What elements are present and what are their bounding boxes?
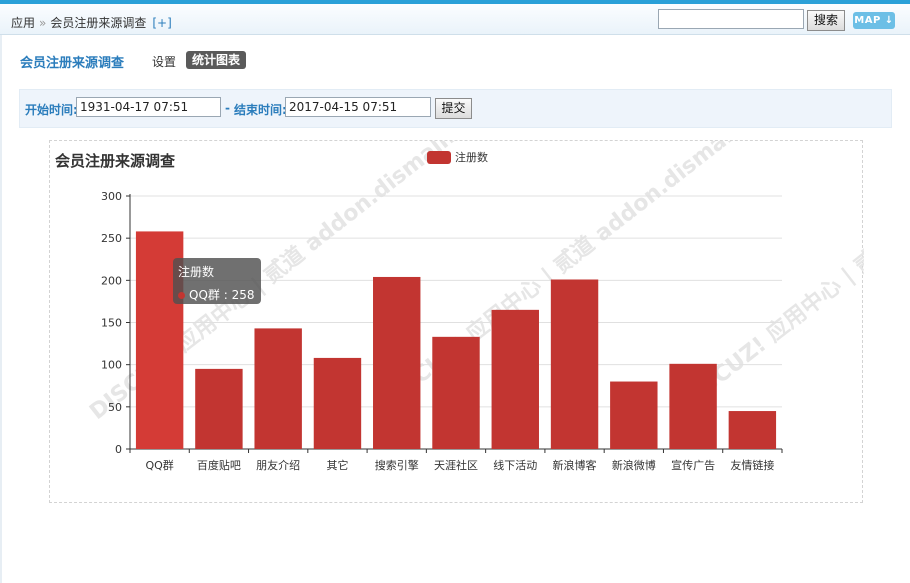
bar-10 xyxy=(669,363,717,449)
map-button[interactable]: MAP ↓ xyxy=(853,12,895,29)
breadcrumb: 应用 » 会员注册来源调查 [+] xyxy=(11,14,172,31)
start-time-input[interactable] xyxy=(76,97,221,117)
x-tick-label: 朋友介绍 xyxy=(256,458,300,472)
time-separator: - xyxy=(225,101,230,115)
bar-5 xyxy=(373,276,421,449)
header-bar: 应用 » 会员注册来源调查 [+] 搜索 MAP ↓ xyxy=(0,4,910,35)
left-rail xyxy=(0,35,2,583)
tab-stats-chart[interactable]: 统计图表 xyxy=(186,51,247,69)
x-tick-label: 搜索引擎 xyxy=(375,458,419,472)
filter-bar: 开始时间: - 结束时间: 提交 xyxy=(19,89,892,128)
chart-container: DISCUZ! 应用中心 | 贰道 addon.dismall.com DISCU… xyxy=(49,140,864,503)
tooltip-colon: : xyxy=(219,288,232,302)
tooltip-category: QQ群 xyxy=(189,288,220,302)
legend-label: 注册数 xyxy=(455,150,488,164)
tooltip-value: 258 xyxy=(231,288,255,302)
tooltip-series-name: 注册数 xyxy=(178,265,215,279)
bar-3 xyxy=(254,328,302,449)
y-tick-label: 100 xyxy=(101,359,122,372)
x-tick-label: 新浪博客 xyxy=(553,458,597,472)
y-tick-label: 250 xyxy=(101,232,122,245)
breadcrumb-current: 会员注册来源调查 xyxy=(50,16,147,30)
bar-7 xyxy=(491,309,539,449)
y-tick-label: 0 xyxy=(115,443,122,456)
breadcrumb-separator: » xyxy=(39,16,47,30)
y-tick-label: 200 xyxy=(101,274,122,287)
y-tick-label: 50 xyxy=(108,401,122,414)
tab-settings[interactable]: 设置 xyxy=(152,53,176,70)
chart-tooltip: 注册数 QQ群 : 258 xyxy=(173,258,261,304)
bar-2 xyxy=(195,368,243,449)
end-time-input[interactable] xyxy=(285,97,431,117)
submit-button[interactable]: 提交 xyxy=(435,98,472,119)
search-button[interactable]: 搜索 xyxy=(807,10,845,31)
x-tick-label: 新浪微博 xyxy=(612,458,656,472)
x-tick-label: 百度贴吧 xyxy=(197,458,241,472)
x-tick-label: 天涯社区 xyxy=(434,458,478,472)
tooltip-dot xyxy=(178,292,185,299)
bar-8 xyxy=(550,279,599,449)
page-title: 会员注册来源调查 xyxy=(20,56,125,71)
x-tick-label: 友情链接 xyxy=(730,458,774,472)
x-tick-label: 线下活动 xyxy=(493,458,537,472)
chart-title: 会员注册来源调查 xyxy=(55,152,176,170)
breadcrumb-root[interactable]: 应用 xyxy=(11,16,35,30)
x-tick-label: 宣传广告 xyxy=(671,458,715,472)
y-tick-label: 150 xyxy=(101,317,122,330)
bar-4 xyxy=(313,357,362,449)
end-time-label: 结束时间: xyxy=(234,103,287,117)
y-tick-label: 300 xyxy=(101,190,122,203)
legend-swatch xyxy=(427,151,451,164)
search-input[interactable] xyxy=(658,9,804,29)
bar-6 xyxy=(432,336,480,449)
bar-chart: DISCUZ! 应用中心 | 贰道 addon.dismall.comDISCU… xyxy=(55,141,864,472)
x-tick-label: QQ群 xyxy=(145,458,173,472)
add-shortcut-link[interactable]: [+] xyxy=(152,16,171,30)
x-tick-label: 其它 xyxy=(326,458,348,472)
bar-11 xyxy=(728,411,777,449)
bar-9 xyxy=(610,381,658,449)
start-time-label: 开始时间: xyxy=(25,103,78,117)
